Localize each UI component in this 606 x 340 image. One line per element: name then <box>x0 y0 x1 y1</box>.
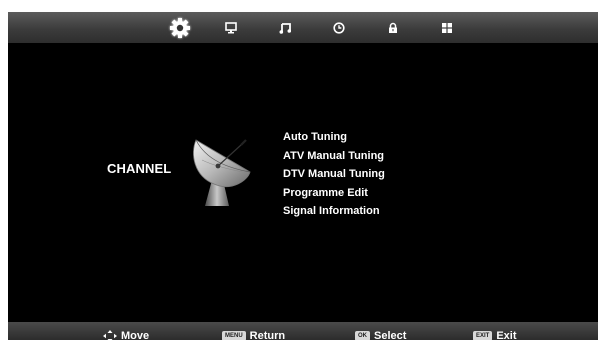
menu-item-atv-manual-tuning[interactable]: ATV Manual Tuning <box>283 147 385 166</box>
satellite-dish-icon <box>193 139 251 206</box>
setup-grid-icon <box>442 22 452 33</box>
ok-key-badge: OK <box>355 331 370 340</box>
tv-menu-screen: CHANNEL Auto Tuning ATV Manual Tuning DT… <box>8 12 598 340</box>
select-hint: OK Select <box>355 329 406 340</box>
move-hint-label: Move <box>121 330 150 340</box>
picture-monitor-icon <box>225 21 237 33</box>
channel-menu-panel: CHANNEL Auto Tuning ATV Manual Tuning DT… <box>8 43 598 322</box>
tab-channel[interactable] <box>164 12 196 43</box>
menu-item-dtv-manual-tuning[interactable]: DTV Manual Tuning <box>283 165 385 184</box>
move-hint: Move <box>103 329 149 340</box>
top-menu-bar <box>8 12 598 43</box>
lock-icon <box>389 22 397 33</box>
menu-item-programme-edit[interactable]: Programme Edit <box>283 184 385 203</box>
menu-item-signal-information[interactable]: Signal Information <box>283 202 385 221</box>
help-bar: Move MENU Return OK Select EXIT Exit <box>8 322 598 340</box>
exit-hint-label: Exit <box>496 330 517 340</box>
tab-lock[interactable] <box>377 12 409 43</box>
tab-sound[interactable] <box>269 12 301 43</box>
time-clock-icon <box>333 21 345 34</box>
tab-setup[interactable] <box>431 12 463 43</box>
select-hint-label: Select <box>374 330 407 340</box>
channel-options-list: Auto Tuning ATV Manual Tuning DTV Manual… <box>283 128 385 221</box>
exit-hint: EXIT Exit <box>473 329 517 340</box>
return-hint: MENU Return <box>222 329 285 340</box>
return-hint-label: Return <box>249 330 286 340</box>
tab-picture[interactable] <box>215 12 247 43</box>
sound-note-icon <box>279 22 291 34</box>
section-title: CHANNEL <box>107 161 172 176</box>
dpad-arrows-icon <box>103 330 117 340</box>
menu-item-auto-tuning[interactable]: Auto Tuning <box>283 128 385 147</box>
tab-time[interactable] <box>323 12 355 43</box>
menu-key-badge: MENU <box>222 331 246 340</box>
settings-gear-icon <box>170 17 190 38</box>
exit-key-badge: EXIT <box>473 331 493 340</box>
